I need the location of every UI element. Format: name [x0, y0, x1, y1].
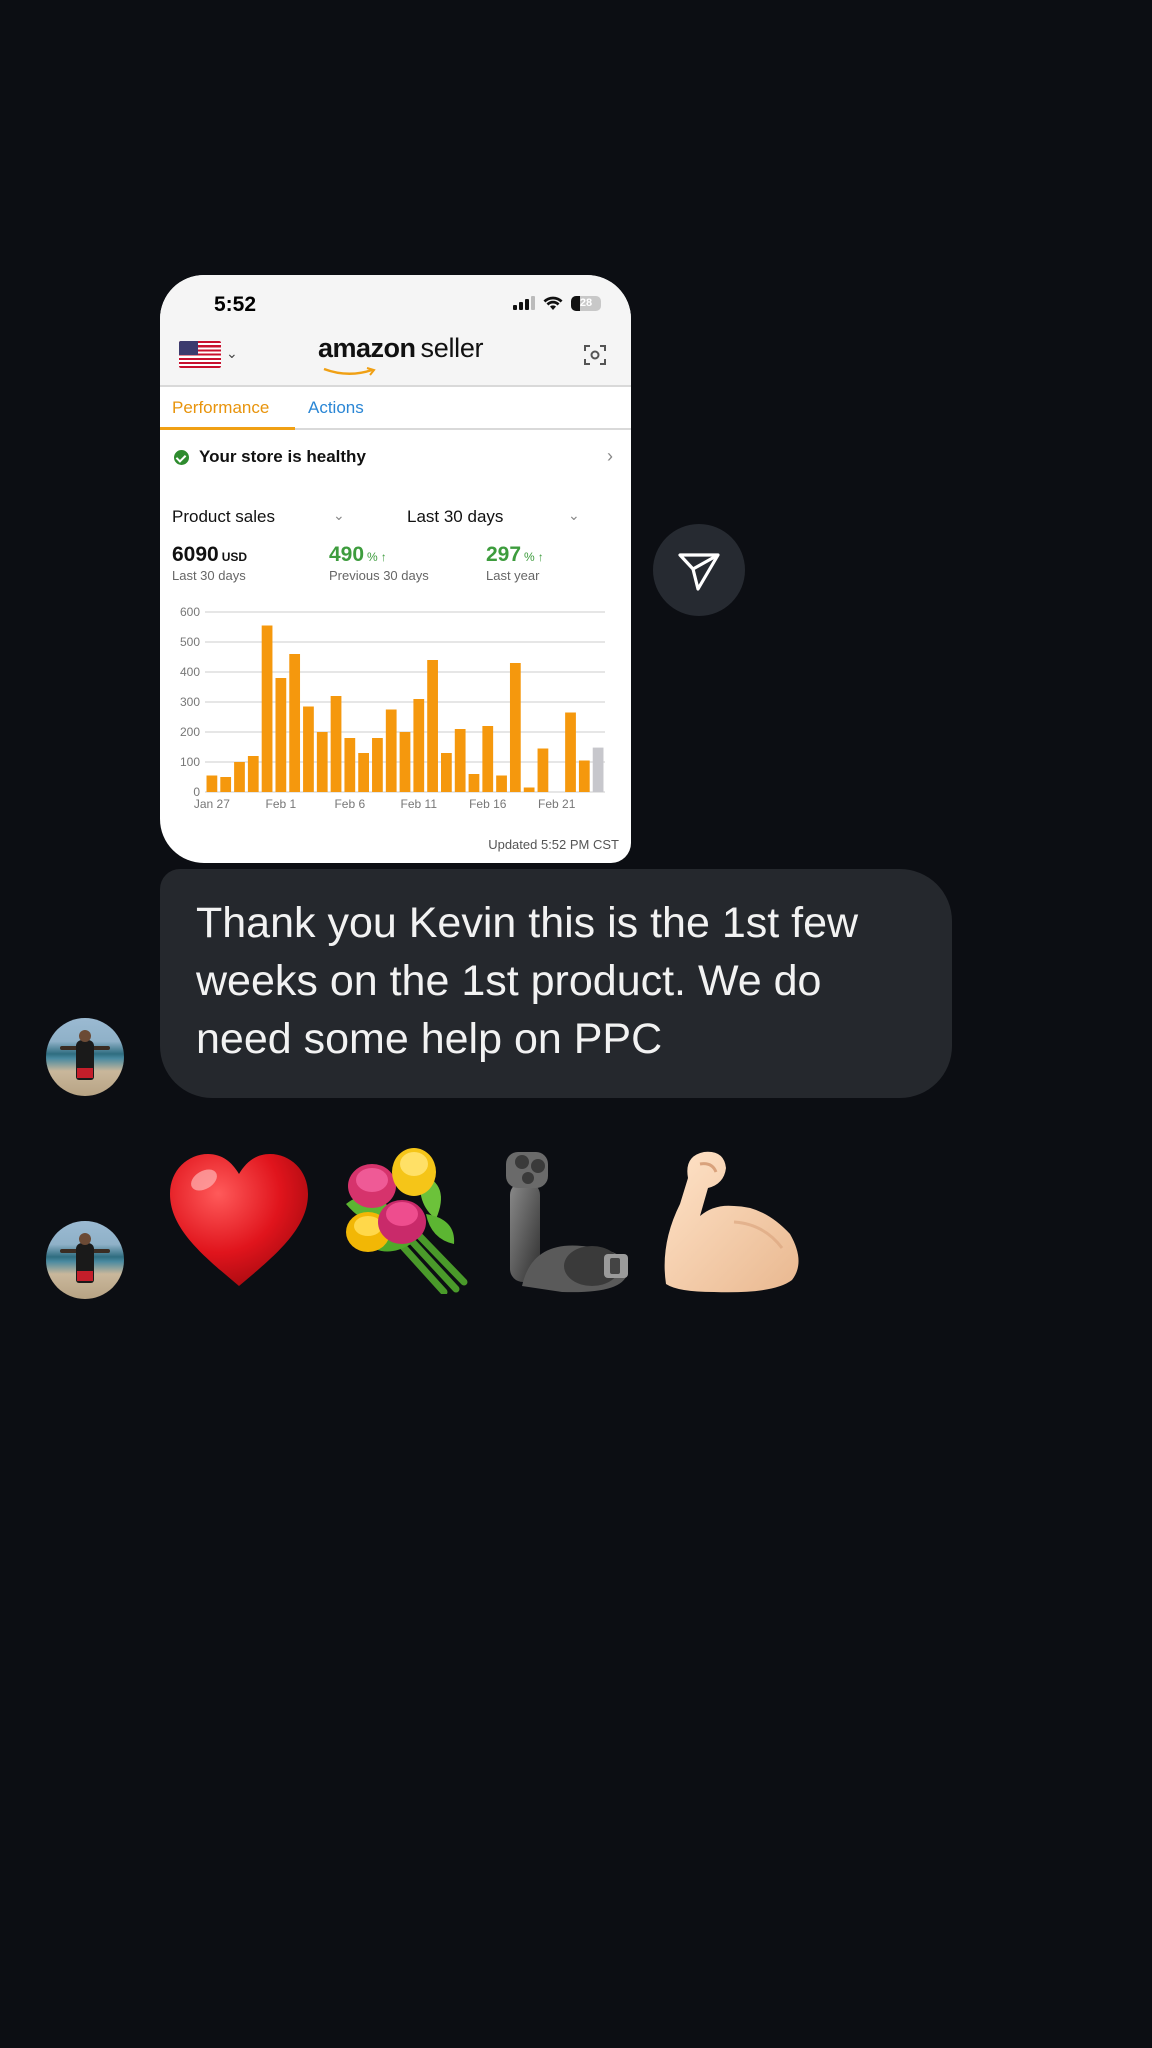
y-tick-label: 100 — [180, 755, 200, 769]
chart-bar — [578, 760, 590, 792]
wifi-icon — [543, 296, 563, 310]
tab-actions[interactable]: Actions — [308, 398, 364, 418]
y-tick-label: 400 — [180, 665, 200, 679]
chart-bar — [275, 678, 287, 792]
scan-icon[interactable] — [583, 343, 607, 367]
shared-screenshot[interactable]: 5:52 28 ⌄ amazon seller Performance Acti… — [160, 275, 631, 863]
store-health-label: Your store is healthy — [199, 447, 366, 466]
red-heart-icon — [170, 1154, 308, 1286]
chart-bar — [399, 732, 411, 792]
chart-bar — [385, 709, 397, 792]
y-tick-label: 200 — [180, 725, 200, 739]
chart-bar — [427, 660, 438, 792]
paper-plane-icon — [678, 553, 720, 591]
store-health-row[interactable]: Your store is healthy › — [160, 430, 631, 484]
chart-bar — [220, 777, 232, 792]
bouquet-icon — [346, 1148, 468, 1294]
chart-bar — [344, 738, 356, 792]
sales-bar-chart: 0100200300400500600Jan 27 Feb 1 Feb 6 Feb 1… — [180, 605, 605, 811]
chart-bar — [537, 748, 549, 792]
chart-bar — [454, 729, 466, 792]
metric-previous: 490% ↑ Previous 30 days — [329, 543, 429, 583]
chart-bar — [206, 775, 218, 792]
x-tick-label: Jan 27 — [194, 797, 230, 811]
chart-bar — [413, 699, 425, 792]
signal-icon — [513, 296, 535, 310]
chart-bar — [523, 787, 535, 792]
arrow-up-icon: ↑ — [537, 550, 544, 564]
updated-timestamp: Updated 5:52 PM CST — [488, 837, 619, 852]
tab-bar: Performance Actions — [160, 387, 631, 430]
chart-bar — [247, 756, 259, 792]
x-tick-label: Feb 21 — [538, 797, 576, 811]
battery-icon: 28 — [571, 295, 601, 311]
tab-performance[interactable]: Performance — [172, 398, 269, 418]
chart-bar — [565, 712, 576, 792]
chevron-down-icon[interactable]: ⌄ — [226, 345, 238, 362]
message-bubble[interactable]: Thank you Kevin this is the 1st few week… — [160, 869, 952, 1098]
x-tick-label: Feb 16 — [469, 797, 507, 811]
share-button[interactable] — [653, 524, 745, 616]
chart-bar — [441, 753, 452, 792]
mechanical-arm-icon — [506, 1152, 628, 1293]
y-tick-label: 300 — [180, 695, 200, 709]
metric-sales: 6090 USD Last 30 days — [172, 543, 248, 583]
chart-bar — [482, 726, 494, 792]
y-tick-label: 600 — [180, 605, 200, 619]
chevron-down-icon: ⌄ — [333, 507, 345, 523]
status-time: 5:52 — [214, 293, 257, 316]
arrow-up-icon: ↑ — [380, 550, 387, 564]
us-flag-icon[interactable] — [179, 341, 221, 368]
amazon-seller-logo: amazon seller — [318, 333, 484, 377]
range-selector[interactable]: Last 30 days — [407, 507, 503, 527]
x-tick-label: Feb 6 — [334, 797, 365, 811]
chart-bar — [468, 774, 480, 792]
chart-bar — [316, 732, 328, 792]
chart-bar — [358, 753, 369, 792]
avatar[interactable] — [46, 1018, 124, 1096]
chart-bar — [509, 663, 521, 792]
x-tick-label: Feb 1 — [266, 797, 297, 811]
chart-bar — [372, 738, 383, 792]
chart-bar — [496, 775, 507, 792]
chart-bar — [289, 654, 301, 792]
flexed-biceps-icon — [664, 1151, 799, 1293]
status-bar: 5:52 28 — [160, 275, 631, 325]
metric-selector[interactable]: Product sales — [172, 507, 275, 527]
metric-last-year: 297% ↑ Last year — [486, 543, 544, 583]
chevron-down-icon: ⌄ — [568, 507, 580, 523]
chart-bar — [303, 706, 314, 792]
chart-bar — [330, 696, 342, 792]
chart-bar — [592, 747, 604, 792]
chart-bar — [234, 762, 245, 792]
app-header: ⌄ amazon seller — [160, 325, 631, 387]
check-circle-icon — [174, 450, 189, 465]
x-tick-label: Feb 11 — [401, 797, 438, 811]
chart-bar — [261, 625, 273, 792]
chevron-right-icon: › — [607, 446, 613, 466]
y-tick-label: 500 — [180, 635, 200, 649]
avatar[interactable] — [46, 1221, 124, 1299]
